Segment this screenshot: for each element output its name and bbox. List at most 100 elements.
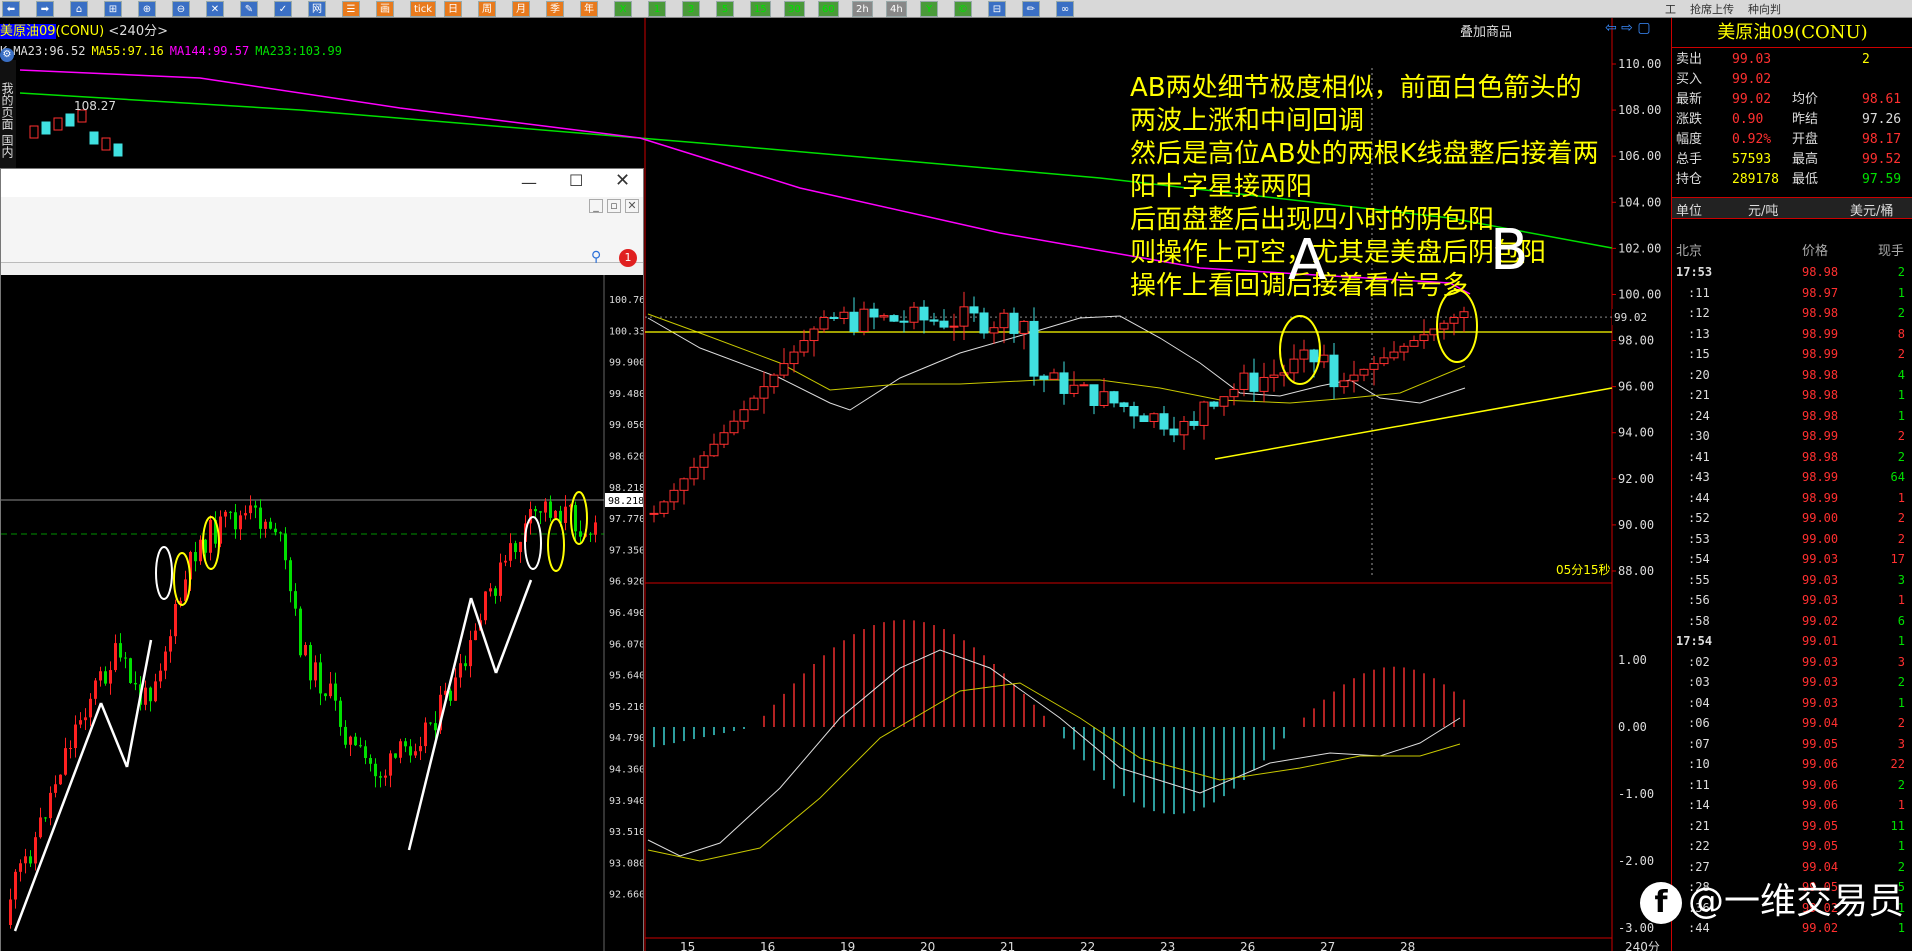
mt-candle-body bbox=[29, 856, 32, 864]
tick-row: :07 99.05 3 bbox=[1672, 734, 1912, 754]
inner-close-icon[interactable]: ✕ bbox=[625, 199, 639, 213]
toolbar-button[interactable]: ⬅ bbox=[2, 1, 20, 17]
unit-bar[interactable]: 单位 元/吨 美元/桶 bbox=[1672, 197, 1912, 219]
mt-candle-body bbox=[284, 533, 287, 561]
mt-candle-body bbox=[304, 645, 307, 656]
price-axis-label: 90.00 bbox=[1618, 518, 1654, 532]
price-axis-label: 98.00 bbox=[1618, 334, 1654, 348]
toolbar-right-items[interactable]: 工 抢席上传 种向判 bbox=[1665, 1, 1795, 17]
candle-body bbox=[1419, 334, 1429, 342]
toolbar-button[interactable]: ✕ bbox=[206, 1, 224, 17]
toolbar-button[interactable]: 季 bbox=[546, 1, 564, 17]
toolbar-button[interactable]: Y bbox=[920, 1, 938, 17]
tick-row: 17:53 98.98 2 bbox=[1672, 262, 1912, 282]
price-axis-label: 108.00 bbox=[1618, 103, 1661, 117]
notification-badge[interactable]: 1 bbox=[619, 249, 637, 267]
toolbar-button[interactable]: ∞ bbox=[1056, 1, 1074, 17]
minimize-icon[interactable]: — bbox=[521, 173, 537, 192]
left-sidebar[interactable]: 我的页面 国内 bbox=[0, 60, 16, 170]
unit-alt[interactable]: 美元/桶 bbox=[1850, 200, 1893, 219]
mt-candle-body bbox=[379, 776, 382, 778]
toolbar-right-item[interactable]: 种向判 bbox=[1748, 3, 1781, 16]
toolbar-button[interactable]: ✎ bbox=[240, 1, 258, 17]
toolbar-button[interactable]: 周 bbox=[478, 1, 496, 17]
tick-row: :02 99.03 3 bbox=[1672, 652, 1912, 672]
mt-candle-body bbox=[74, 724, 77, 749]
tick-price: 99.00 bbox=[1802, 511, 1839, 525]
price-axis-label: 106.00 bbox=[1618, 149, 1661, 163]
overlay-label[interactable]: 叠加商品 bbox=[1460, 21, 1512, 40]
toolbar-button[interactable]: 日 bbox=[444, 1, 462, 17]
toolbar-button[interactable]: 月 bbox=[512, 1, 530, 17]
price-axis-label: 102.00 bbox=[1618, 241, 1661, 255]
ma-legend: KMA23:96.52MA55:97.16MA144:99.57MA233:10… bbox=[0, 44, 348, 60]
tick-row: :14 99.06 1 bbox=[1672, 795, 1912, 815]
quote-row: 最新 99.02 均价 98.61 bbox=[1672, 90, 1912, 110]
toolbar-button[interactable]: ✓ bbox=[274, 1, 292, 17]
toolbar-button[interactable]: 15 bbox=[750, 1, 771, 17]
toolbar-button[interactable]: ⊕ bbox=[138, 1, 156, 17]
toolbar-button[interactable]: 5 bbox=[716, 1, 734, 17]
close-icon[interactable]: ✕ bbox=[615, 170, 630, 191]
candle-body bbox=[1339, 380, 1349, 388]
tick-time: :24 bbox=[1688, 408, 1710, 423]
toolbar-button[interactable]: 3 bbox=[682, 1, 700, 17]
candle-body bbox=[1009, 312, 1019, 334]
mark-b: B bbox=[1490, 218, 1529, 283]
quote-v2: 2 bbox=[1862, 52, 1870, 67]
toolbar-button[interactable]: 网 bbox=[308, 1, 326, 17]
toolbar-button[interactable]: ⌂ bbox=[70, 1, 88, 17]
tick-time: :11 bbox=[1688, 777, 1710, 792]
mt-candle-body bbox=[359, 745, 362, 747]
toolbar-button[interactable]: ⊟ bbox=[988, 1, 1006, 17]
mt-candle-body bbox=[589, 533, 592, 535]
sidebar-text[interactable]: 我的页面 国内 bbox=[0, 60, 14, 158]
toolbar-button[interactable]: 画 bbox=[376, 1, 394, 17]
toolbar-button[interactable]: 60 bbox=[818, 1, 839, 17]
inner-minimize-icon[interactable]: _ bbox=[589, 199, 603, 213]
candle-body bbox=[999, 312, 1009, 329]
tick-volume: 6 bbox=[1897, 613, 1905, 628]
toolbar-button[interactable]: ⊖ bbox=[172, 1, 190, 17]
mt-candle-body bbox=[579, 531, 582, 537]
mt-price-label: 97.350 bbox=[609, 545, 643, 556]
floating-chart-window[interactable]: — ☐ ✕ _ ▫ ✕ ⚲ 1 100.760 100.330 99.900 99.4… bbox=[0, 168, 644, 951]
toolbar-button[interactable]: © bbox=[954, 1, 972, 17]
tick-price: 99.03 bbox=[1802, 695, 1839, 710]
mt-candle-body bbox=[239, 515, 242, 530]
toolbar-button[interactable]: ✏ bbox=[1022, 1, 1040, 17]
window-titlebar[interactable]: — ☐ ✕ bbox=[1, 169, 643, 197]
mt-candle-body bbox=[244, 513, 247, 516]
toolbar-button[interactable]: X bbox=[614, 1, 632, 17]
mt-chart[interactable]: 100.760 100.330 99.900 99.480 99.050 98.620 98… bbox=[1, 275, 643, 951]
toolbar-right-item[interactable]: 抢席上传 bbox=[1690, 3, 1734, 16]
maximize-icon[interactable]: ☐ bbox=[569, 171, 583, 190]
toolbar-button[interactable]: 4h bbox=[886, 1, 907, 17]
toolbar-button[interactable]: ⊞ bbox=[104, 1, 122, 17]
unit-value[interactable]: 元/吨 bbox=[1748, 200, 1778, 219]
tick-time: :58 bbox=[1688, 613, 1710, 628]
toolbar-button[interactable]: 30 bbox=[784, 1, 805, 17]
gear-icon[interactable]: ⚙ bbox=[0, 48, 14, 62]
tick-time: :55 bbox=[1688, 572, 1710, 587]
toolbar-button[interactable]: ☰ bbox=[342, 1, 360, 17]
toolbar-button[interactable]: 1 bbox=[648, 1, 666, 17]
toolbar-right-item[interactable]: 工 bbox=[1665, 3, 1676, 16]
mt-candle-body bbox=[49, 792, 52, 819]
tick-volume: 2 bbox=[1897, 347, 1905, 361]
nav-arrows-icon[interactable]: ⇦ ⇨ ▢ bbox=[1605, 20, 1651, 36]
candle-body bbox=[919, 306, 929, 321]
toolbar-button[interactable]: 年 bbox=[580, 1, 598, 17]
toolbar-button[interactable]: ➡ bbox=[36, 1, 54, 17]
tick-time: :13 bbox=[1688, 326, 1710, 341]
tick-price: 98.99 bbox=[1802, 429, 1839, 443]
mt-price-label: 95.210 bbox=[609, 702, 643, 713]
price-axis-label: 94.00 bbox=[1618, 426, 1654, 440]
toolbar-button[interactable]: tick bbox=[410, 1, 436, 17]
date-label: 22 bbox=[1080, 940, 1095, 951]
search-icon[interactable]: ⚲ bbox=[591, 249, 601, 265]
toolbar-button[interactable]: 2h bbox=[852, 1, 873, 17]
inner-restore-icon[interactable]: ▫ bbox=[607, 199, 621, 213]
mt-candle-body bbox=[174, 604, 177, 637]
mt-candle-body bbox=[429, 722, 432, 724]
